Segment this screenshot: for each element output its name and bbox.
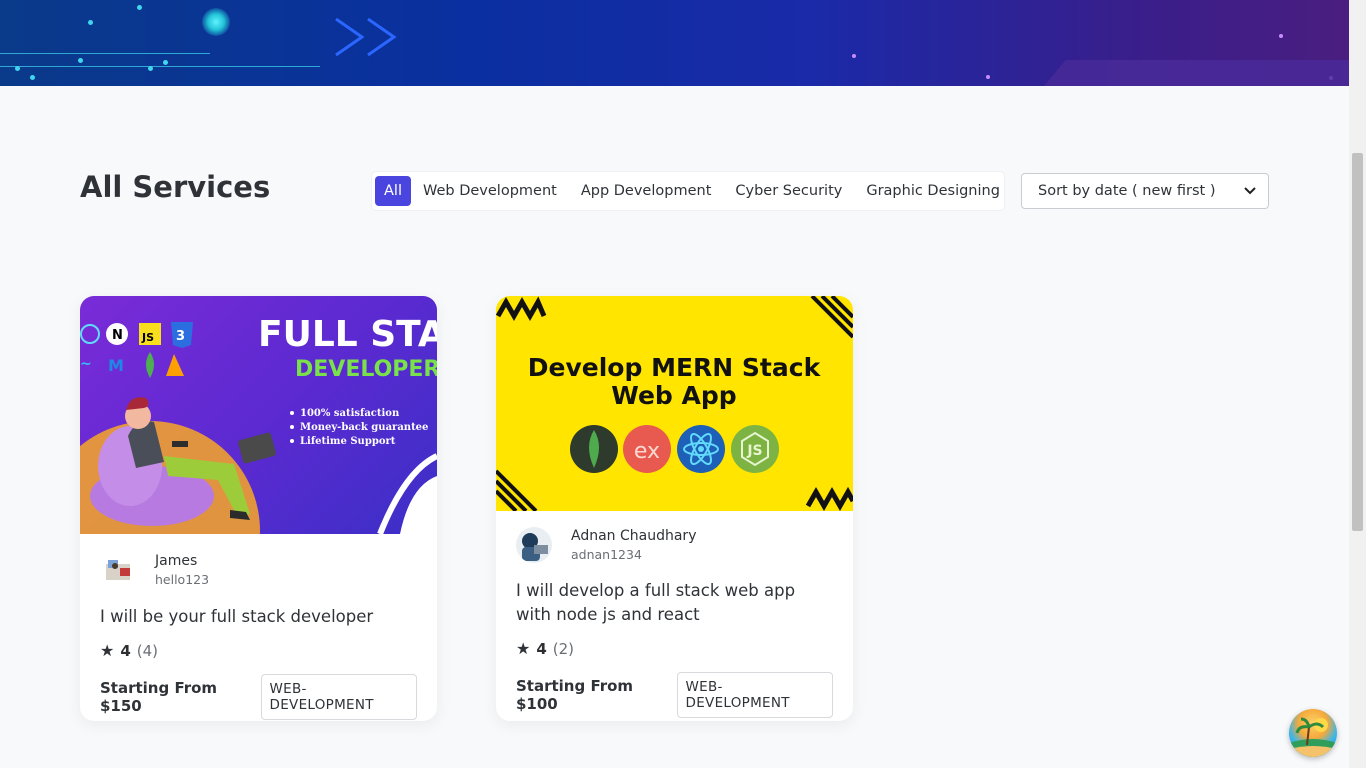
- svg-text:100% satisfaction: 100% satisfaction: [300, 408, 400, 419]
- banner-shape: [1032, 60, 1349, 86]
- sort-select-value: Sort by date ( new first ): [1038, 183, 1216, 199]
- seller-name[interactable]: James: [155, 553, 209, 569]
- service-title[interactable]: I will develop a full stack web app with…: [496, 579, 853, 627]
- filter-app-development[interactable]: App Development: [569, 176, 724, 206]
- image-subheadline: DEVELOPER: [295, 357, 437, 382]
- banner-dot: [137, 5, 142, 10]
- rating-count: (4): [136, 641, 159, 660]
- rating-count: (2): [552, 639, 575, 658]
- card-footer: Starting From $100 WEB-DEVELOPMENT: [496, 672, 853, 718]
- page-scrollbar[interactable]: [1349, 0, 1366, 768]
- svg-text:Money-back guarantee: Money-back guarantee: [300, 422, 428, 433]
- banner-dot: [15, 66, 20, 71]
- avatar[interactable]: [100, 552, 136, 588]
- banner-dot: [88, 20, 93, 25]
- rating: ★ 4 (4): [80, 641, 437, 660]
- image-headline: FULL STACK: [258, 314, 437, 355]
- hero-banner: [0, 0, 1349, 86]
- banner-dot: [30, 75, 35, 80]
- seller-username: hello123: [155, 572, 210, 587]
- beach-avatar-icon: [1289, 717, 1337, 757]
- banner-dot: [986, 75, 990, 79]
- filter-graphic-designing[interactable]: Graphic Designing: [854, 176, 1012, 206]
- avatar[interactable]: [516, 527, 552, 563]
- image-headline: Develop MERN Stack: [528, 353, 822, 382]
- banner-dot: [1279, 34, 1283, 38]
- banner-dot: [148, 66, 153, 71]
- category-tag[interactable]: WEB-DEVELOPMENT: [676, 672, 833, 718]
- service-thumbnail[interactable]: Develop MERN Stack Web App ex JS: [496, 296, 853, 511]
- rating-score: 4: [536, 639, 547, 658]
- banner-line: [0, 66, 320, 67]
- rating: ★ 4 (2): [496, 639, 853, 658]
- banner-glow: [202, 8, 230, 36]
- filter-all[interactable]: All: [375, 176, 411, 206]
- banner-dot: [163, 60, 168, 65]
- card-footer: Starting From $150 WEB-DEVELOPMENT: [80, 674, 437, 720]
- page-title: All Services: [80, 170, 271, 204]
- seller-name[interactable]: Adnan Chaudhary: [571, 528, 696, 544]
- star-icon: ★: [100, 641, 115, 660]
- scrollbar-thumb[interactable]: [1352, 153, 1363, 531]
- star-icon: ★: [516, 639, 531, 658]
- svg-text:ex: ex: [634, 439, 660, 464]
- category-tag[interactable]: WEB-DEVELOPMENT: [260, 674, 417, 720]
- seller-username: adnan1234: [571, 547, 642, 562]
- svg-text:JS: JS: [141, 331, 154, 344]
- price: Starting From $100: [516, 677, 634, 713]
- banner-dot: [852, 54, 856, 58]
- service-title[interactable]: I will be your full stack developer: [80, 605, 437, 629]
- svg-text:~: ~: [80, 356, 92, 372]
- chevron-down-icon: [1244, 187, 1256, 195]
- filter-web-development[interactable]: Web Development: [411, 176, 569, 206]
- svg-text:3: 3: [176, 329, 185, 344]
- chevrons-icon: [335, 17, 397, 57]
- svg-text:N: N: [112, 328, 123, 343]
- seller-info: Adnan Chaudhary adnan1234: [496, 527, 853, 563]
- category-filter: All Web Development App Development Cybe…: [372, 172, 1004, 210]
- full-stack-illustration: N JS 3 ~ M FULL STACK DEVELOPER 100% sat…: [80, 314, 437, 534]
- service-card[interactable]: Develop MERN Stack Web App ex JS Adnan C…: [496, 296, 853, 721]
- service-thumbnail[interactable]: N JS 3 ~ M FULL STACK DEVELOPER 100% sat…: [80, 296, 437, 534]
- rating-score: 4: [120, 641, 131, 660]
- image-subheadline: Web App: [611, 381, 736, 410]
- filter-cyber-security[interactable]: Cyber Security: [723, 176, 854, 206]
- banner-line: [0, 53, 210, 54]
- seller-info: James hello123: [80, 552, 437, 588]
- svg-text:JS: JS: [746, 443, 762, 459]
- mern-illustration: Develop MERN Stack Web App ex JS: [496, 296, 853, 511]
- price: Starting From $150: [100, 679, 218, 715]
- svg-text:M: M: [108, 356, 124, 375]
- sort-select[interactable]: Sort by date ( new first ): [1021, 173, 1269, 209]
- svg-text:Lifetime Support: Lifetime Support: [300, 436, 396, 447]
- floating-assistant-button[interactable]: [1289, 709, 1337, 757]
- service-card[interactable]: N JS 3 ~ M FULL STACK DEVELOPER 100% sat…: [80, 296, 437, 721]
- banner-dot: [78, 58, 83, 63]
